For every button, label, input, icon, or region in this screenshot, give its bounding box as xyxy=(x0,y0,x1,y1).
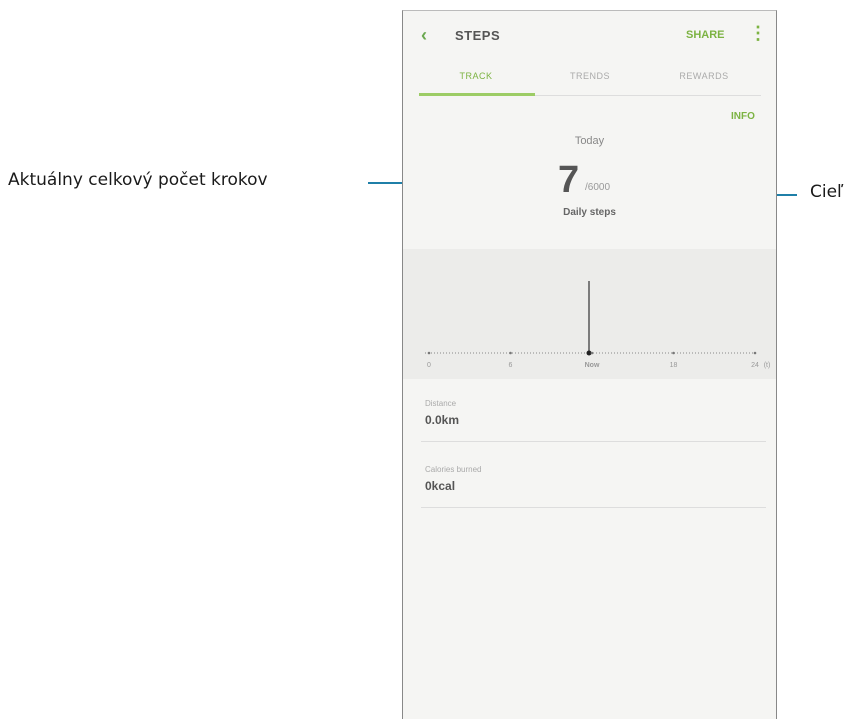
tab-track[interactable]: TRACK xyxy=(419,71,533,81)
steps-timeline-chart: 0 6 Now 18 24 (t) xyxy=(403,249,776,379)
tab-bar: TRACK TRENDS REWARDS xyxy=(419,63,761,96)
timeline-tick xyxy=(753,351,757,355)
distance-label: Distance xyxy=(425,399,457,408)
calories-metric: Calories burned 0kcal xyxy=(421,445,766,508)
tab-rewards[interactable]: REWARDS xyxy=(647,71,761,81)
timeline-tick-label: 6 xyxy=(509,362,513,369)
steps-goal: /6000 xyxy=(585,182,611,193)
back-arrow-icon[interactable]: ‹ xyxy=(421,25,427,46)
screen-title: STEPS xyxy=(455,28,501,43)
timeline-unit-label: (t) xyxy=(764,362,771,369)
timeline-tick-label: 0 xyxy=(427,362,431,369)
timeline-tick xyxy=(427,351,431,355)
timeline-tick-label: 18 xyxy=(670,362,678,369)
daily-steps-label: Daily steps xyxy=(563,207,616,218)
tab-trends[interactable]: TRENDS xyxy=(533,71,647,81)
today-label: Today xyxy=(574,135,605,147)
distance-metric: Distance 0.0km xyxy=(421,379,766,442)
steps-summary: 7 /6000 xyxy=(558,161,678,201)
timeline-tick xyxy=(590,351,594,355)
timeline-tick xyxy=(509,351,512,355)
active-tab-indicator xyxy=(419,93,535,96)
callout-goal: Cieľ xyxy=(810,182,844,202)
calories-value: 0kcal xyxy=(425,479,456,493)
timeline-tick-label: 24 xyxy=(751,362,759,369)
calories-label: Calories burned xyxy=(425,465,482,474)
timeline-tick xyxy=(672,351,675,355)
distance-value: 0.0km xyxy=(425,413,460,427)
share-button[interactable]: SHARE xyxy=(686,29,725,41)
app-bar: ‹ STEPS SHARE ⋮ xyxy=(403,11,776,65)
callout-current-steps: Aktuálny celkový počet krokov xyxy=(8,170,268,190)
timeline-svg: 0 6 Now 18 24 (t) xyxy=(425,281,771,369)
more-options-icon[interactable]: ⋮ xyxy=(749,23,767,44)
phone-screen: ‹ STEPS SHARE ⋮ TRACK TRENDS REWARDS INF… xyxy=(402,10,777,719)
info-button[interactable]: INFO xyxy=(731,111,755,122)
current-steps-count: 7 xyxy=(558,159,580,201)
timeline-tick-label: Now xyxy=(585,362,600,369)
